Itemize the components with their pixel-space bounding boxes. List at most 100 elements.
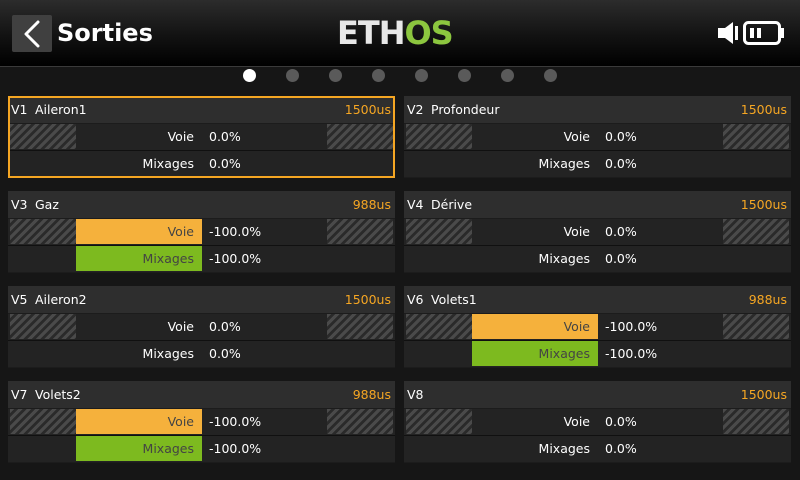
mix-value: 0.0% — [209, 156, 241, 171]
channel-card-v7[interactable]: V7 Volets2 988us Voie -100.0% Mixages -100.0% — [8, 381, 395, 463]
mix-value: -100.0% — [209, 251, 262, 266]
channel-name: Aileron2 — [35, 292, 87, 307]
limit-hatch-left — [10, 314, 76, 339]
limit-hatch-left — [10, 124, 76, 149]
limit-hatch-right — [723, 124, 789, 149]
limit-hatch-left — [406, 219, 472, 244]
mix-value: 0.0% — [209, 346, 241, 361]
mix-label: Mixages — [142, 346, 194, 361]
channel-pulse-us: 1500us — [344, 292, 391, 307]
mix-label: Mixages — [538, 441, 590, 456]
mix-label: Mixages — [538, 251, 590, 266]
page-dot-5[interactable] — [415, 69, 428, 82]
voie-value: 0.0% — [605, 129, 637, 144]
header-bar: Sorties ETHOS — [0, 0, 800, 67]
voie-value: -100.0% — [209, 414, 262, 429]
mix-label: Mixages — [472, 341, 598, 366]
voie-label: Voie — [563, 414, 590, 429]
limit-hatch-left — [406, 409, 472, 434]
channel-header: V2 Profondeur 1500us — [404, 96, 791, 123]
channel-name: Volets2 — [35, 387, 81, 402]
mix-value: 0.0% — [605, 251, 637, 266]
channel-pulse-us: 1500us — [740, 197, 787, 212]
back-button[interactable] — [12, 15, 52, 52]
voie-value: -100.0% — [209, 224, 262, 239]
channel-id: V1 — [11, 102, 28, 117]
channel-card-v8[interactable]: V8 1500us Voie 0.0% Mixages 0.0% — [404, 381, 791, 463]
speaker-icon[interactable] — [717, 21, 739, 45]
mix-value: -100.0% — [605, 346, 658, 361]
logo-text-left: ETH — [337, 14, 405, 52]
page-dot-7[interactable] — [501, 69, 514, 82]
voie-label: Voie — [167, 319, 194, 334]
mix-label: Mixages — [142, 156, 194, 171]
voie-label: Voie — [563, 129, 590, 144]
channel-pulse-us: 1500us — [740, 102, 787, 117]
channel-id: V2 — [407, 102, 424, 117]
page-indicator — [0, 69, 800, 83]
channel-id: V4 — [407, 197, 424, 212]
channel-name: Dérive — [431, 197, 473, 212]
channel-pulse-us: 988us — [352, 387, 391, 402]
channel-name: Profondeur — [431, 102, 500, 117]
mix-label: Mixages — [76, 246, 202, 271]
channel-header: V3 Gaz 988us — [8, 191, 395, 218]
channel-id: V6 — [407, 292, 424, 307]
channel-id: V3 — [11, 197, 28, 212]
page-dot-8[interactable] — [544, 69, 557, 82]
mix-value: 0.0% — [605, 441, 637, 456]
channel-card-v6[interactable]: V6 Volets1 988us Voie -100.0% Mixages -100.0% — [404, 286, 791, 368]
voie-label: Voie — [563, 224, 590, 239]
page-dot-6[interactable] — [458, 69, 471, 82]
channel-card-v4[interactable]: V4 Dérive 1500us Voie 0.0% Mixages 0.0% — [404, 191, 791, 273]
page-dot-4[interactable] — [372, 69, 385, 82]
voie-label: Voie — [76, 409, 202, 434]
voie-value: -100.0% — [605, 319, 658, 334]
page-dot-1[interactable] — [243, 69, 256, 82]
channel-pulse-us: 1500us — [740, 387, 787, 402]
page-title: Sorties — [57, 19, 153, 47]
limit-hatch-right — [327, 314, 393, 339]
page-dot-3[interactable] — [329, 69, 342, 82]
page-dot-2[interactable] — [286, 69, 299, 82]
voie-value: 0.0% — [209, 319, 241, 334]
mix-label: Mixages — [76, 436, 202, 461]
voie-label: Voie — [76, 219, 202, 244]
channel-card-v5[interactable]: V5 Aileron2 1500us Voie 0.0% Mixages 0.0% — [8, 286, 395, 368]
voie-value: 0.0% — [605, 224, 637, 239]
channel-card-v1[interactable]: V1 Aileron1 1500us Voie 0.0% Mixages 0.0% — [8, 96, 395, 178]
limit-hatch-right — [723, 409, 789, 434]
channel-card-v2[interactable]: V2 Profondeur 1500us Voie 0.0% Mixages 0.0% — [404, 96, 791, 178]
limit-hatch-left — [406, 124, 472, 149]
channel-id: V8 — [407, 387, 424, 402]
limit-hatch-right — [327, 124, 393, 149]
channel-header: V5 Aileron2 1500us — [8, 286, 395, 313]
limit-hatch-right — [723, 314, 789, 339]
limit-hatch-right — [327, 219, 393, 244]
limit-hatch-right — [327, 409, 393, 434]
chevron-left-icon — [24, 20, 40, 48]
channel-header: V1 Aileron1 1500us — [8, 96, 395, 123]
channel-pulse-us: 988us — [748, 292, 787, 307]
battery-icon — [743, 21, 784, 45]
mix-label: Mixages — [538, 156, 590, 171]
voie-value: 0.0% — [209, 129, 241, 144]
channel-name: Gaz — [35, 197, 59, 212]
limit-hatch-right — [723, 219, 789, 244]
voie-value: 0.0% — [605, 414, 637, 429]
channel-name: Volets1 — [431, 292, 477, 307]
channel-header: V6 Volets1 988us — [404, 286, 791, 313]
channel-pulse-us: 1500us — [344, 102, 391, 117]
channel-header: V4 Dérive 1500us — [404, 191, 791, 218]
mix-value: -100.0% — [209, 441, 262, 456]
ethos-logo: ETHOS — [337, 14, 454, 52]
channel-pulse-us: 988us — [352, 197, 391, 212]
voie-label: Voie — [167, 129, 194, 144]
logo-text-right: OS — [404, 14, 453, 52]
channel-name: Aileron1 — [35, 102, 87, 117]
channel-id: V7 — [11, 387, 28, 402]
channel-card-v3[interactable]: V3 Gaz 988us Voie -100.0% Mixages -100.0% — [8, 191, 395, 273]
voie-label: Voie — [472, 314, 598, 339]
limit-hatch-left — [10, 219, 76, 244]
limit-hatch-left — [406, 314, 472, 339]
